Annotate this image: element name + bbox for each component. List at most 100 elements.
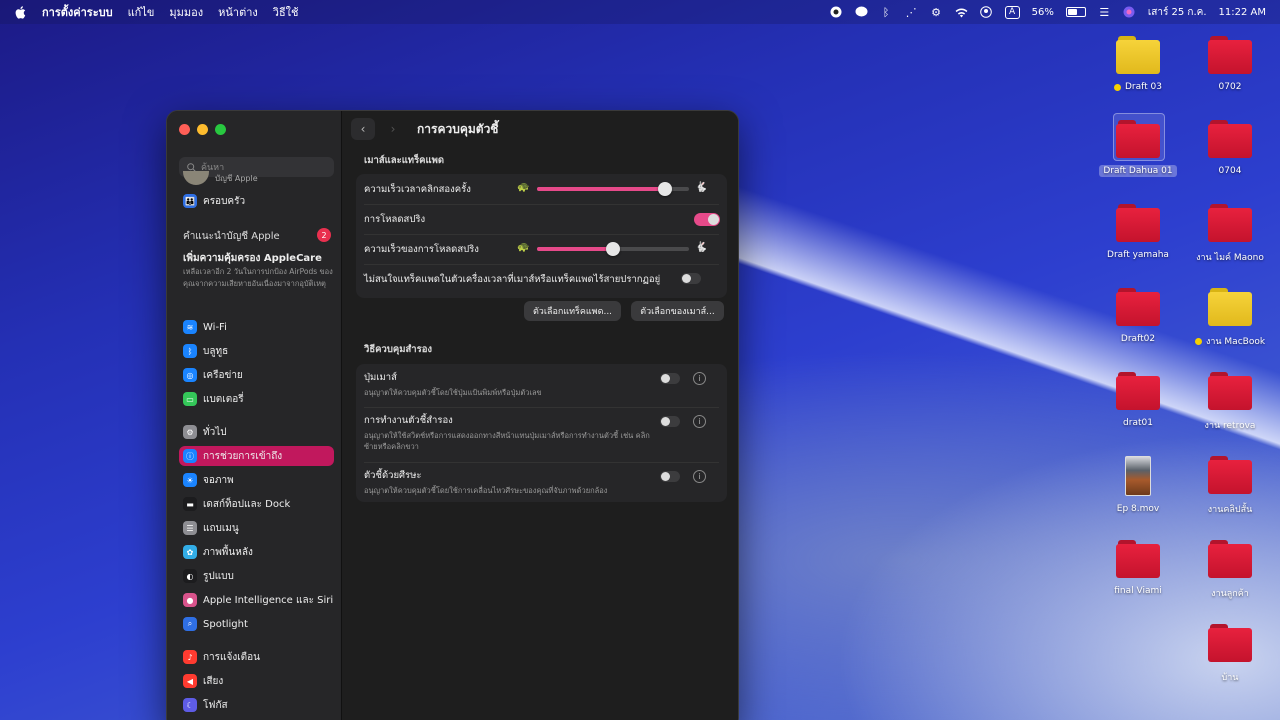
- divider: [364, 407, 719, 408]
- user-status-icon[interactable]: [980, 6, 993, 19]
- desktop-folder[interactable]: งานคลิปสั้น: [1184, 454, 1276, 517]
- desktop-folder[interactable]: 0702: [1184, 34, 1276, 93]
- bell-icon: ♪: [183, 650, 197, 664]
- close-button[interactable]: [179, 124, 190, 135]
- slider-knob[interactable]: [657, 182, 672, 196]
- mouse-trackpad-group: ความเร็วเวลาคลิกสองครั้ง 🐢 🐇 การโหลดสปริ…: [356, 174, 727, 298]
- divider: [364, 264, 719, 265]
- info-icon[interactable]: i: [693, 372, 706, 385]
- desktop-folder[interactable]: งาน retrova: [1184, 370, 1276, 433]
- sidebar-item[interactable]: ᛒ บลูทูธ: [179, 341, 334, 361]
- sidebar-item[interactable]: ☀ จอภาพ: [179, 470, 334, 490]
- folder-icon: [1208, 624, 1252, 662]
- sidebar-item-family[interactable]: 👪 ครอบครัว: [179, 191, 334, 211]
- sidebar-item[interactable]: ◐ รูปแบบ: [179, 566, 334, 586]
- desktop-item-name: Ep 8.mov: [1116, 504, 1160, 514]
- sidebar-item[interactable]: ⓘ การช่วยการเข้าถึง: [179, 446, 334, 466]
- desktop-item-label: งาน retrova: [1201, 417, 1260, 433]
- double-click-slider[interactable]: [537, 182, 689, 196]
- slider-fill: [537, 187, 665, 191]
- tag-dot-icon: [1114, 83, 1121, 91]
- sidebar-item[interactable]: ▭ แบตเตอรี่: [179, 389, 334, 409]
- wifi-status-icon[interactable]: [955, 6, 968, 19]
- spring-loading-toggle[interactable]: [694, 213, 720, 226]
- info-icon[interactable]: i: [693, 415, 706, 428]
- desktop-folder[interactable]: Draft yamaha: [1092, 202, 1184, 261]
- menu-time[interactable]: 11:22 AM: [1219, 7, 1266, 18]
- ignore-trackpad-toggle[interactable]: [681, 273, 701, 284]
- menu-view[interactable]: มุมมอง: [169, 3, 203, 21]
- applecare-title[interactable]: เพิ่มความคุ้มครอง AppleCare: [183, 251, 322, 266]
- spring-speed-slider[interactable]: [537, 242, 689, 256]
- desktop-folder[interactable]: final Viami: [1092, 538, 1184, 597]
- input-source-icon[interactable]: A: [1004, 5, 1020, 19]
- sidebar-item[interactable]: ☰ แถบเมนู: [179, 518, 334, 538]
- turtle-icon: 🐢: [517, 242, 530, 253]
- battery-icon[interactable]: [1065, 7, 1086, 17]
- audio-levels-icon[interactable]: ⋰: [905, 6, 918, 19]
- forward-button[interactable]: ›: [381, 118, 405, 140]
- sidebar-item[interactable]: ⚙ ทั่วไป: [179, 422, 334, 442]
- window-controls: [179, 124, 226, 135]
- wifi-icon: ≋: [183, 320, 197, 334]
- section-mouse-trackpad-title: เมาส์และแทร็คแพด: [364, 155, 445, 166]
- slider-knob[interactable]: [606, 242, 620, 256]
- mouse-options-button[interactable]: ตัวเลือกของเมาส์...: [631, 301, 724, 321]
- alt-control-toggle[interactable]: [660, 373, 680, 384]
- suggest-heading[interactable]: คำแนะนำบัญชี Apple: [183, 229, 280, 244]
- slider-fill: [537, 247, 613, 251]
- tag-dot-icon: [1194, 337, 1202, 345]
- menu-help[interactable]: วิธีใช้: [273, 3, 299, 21]
- zoom-button[interactable]: [215, 124, 226, 135]
- sidebar-item-label: แถบเมนู: [203, 522, 239, 534]
- sidebar-item[interactable]: ♪ การแจ้งเตือน: [179, 647, 334, 667]
- info-icon[interactable]: i: [693, 470, 706, 483]
- menu-date[interactable]: เสาร์ 25 ก.ค.: [1148, 5, 1207, 20]
- sidebar-item[interactable]: ◀ เสียง: [179, 671, 334, 691]
- sidebar-item[interactable]: ⌕ Spotlight: [179, 614, 334, 634]
- control-center-icon[interactable]: ☰: [1098, 6, 1111, 19]
- sidebar-item[interactable]: ☾ โฟกัส: [179, 695, 334, 715]
- sidebar-item[interactable]: ≋ Wi-Fi: [179, 317, 334, 337]
- desktop-folder[interactable]: 0704: [1184, 118, 1276, 177]
- desktop-item-name: Draft 03: [1125, 82, 1162, 92]
- ignore-trackpad-row: ไม่สนใจแทร็คแพดในตัวเครื่องเวลาที่เมาส์ห…: [364, 271, 719, 287]
- sidebar-item[interactable]: ◎ เครือข่าย: [179, 365, 334, 385]
- desktop-folder[interactable]: งาน MacBook: [1184, 286, 1276, 349]
- menu-window[interactable]: หน้าต่าง: [218, 3, 258, 21]
- apple-account[interactable]: บัญชี Apple: [183, 171, 258, 185]
- alt-control-toggle[interactable]: [660, 471, 680, 482]
- desktop-item-label: final Viami: [1110, 585, 1166, 597]
- back-button[interactable]: ‹: [351, 118, 375, 140]
- record-icon[interactable]: [830, 6, 843, 19]
- desktop-folder[interactable]: Draft02: [1092, 286, 1184, 345]
- siri-status-icon[interactable]: [1123, 6, 1136, 19]
- desktop-folder[interactable]: งาน ไมค์ Maono: [1184, 202, 1276, 265]
- desktop-folder[interactable]: งานลูกค้า: [1184, 538, 1276, 601]
- dock-icon: ▬: [183, 497, 197, 511]
- trackpad-options-button[interactable]: ตัวเลือกแทร็คแพด...: [524, 301, 621, 321]
- gear-status-icon[interactable]: ⚙: [930, 6, 943, 19]
- desktop-folder[interactable]: บ้าน: [1184, 622, 1276, 685]
- desktop-item-name: งาน ไมค์ Maono: [1196, 253, 1264, 263]
- sidebar-item[interactable]: ✿ ภาพพื้นหลัง: [179, 542, 334, 562]
- folder-icon: [1116, 288, 1160, 326]
- apple-logo-icon[interactable]: [14, 5, 27, 19]
- desktop-folder[interactable]: Draft 03: [1092, 34, 1184, 93]
- desktop-file[interactable]: Ep 8.mov: [1092, 454, 1184, 515]
- desktop-item-name: Draft02: [1120, 334, 1156, 344]
- folder-icon: [1208, 372, 1252, 410]
- menu-app-name[interactable]: การตั้งค่าระบบ: [42, 3, 113, 21]
- desktop-item-label: Draft Dahua 01: [1099, 165, 1177, 177]
- desktop-folder[interactable]: Draft Dahua 01: [1092, 118, 1184, 177]
- bluetooth-status-icon[interactable]: ᛒ: [880, 6, 893, 19]
- alt-control-toggle[interactable]: [660, 416, 680, 427]
- sidebar-item[interactable]: ▬ เดสก์ท็อปและ Dock: [179, 494, 334, 514]
- line-chat-icon[interactable]: [855, 6, 868, 19]
- sidebar-item[interactable]: ● Apple Intelligence และ Siri: [179, 590, 334, 610]
- sidebar-item-label: เสียง: [203, 675, 224, 687]
- desktop-folder[interactable]: drat01: [1092, 370, 1184, 429]
- menu-edit[interactable]: แก้ไข: [128, 3, 155, 21]
- sidebar-item-label: Spotlight: [203, 618, 248, 630]
- minimize-button[interactable]: [197, 124, 208, 135]
